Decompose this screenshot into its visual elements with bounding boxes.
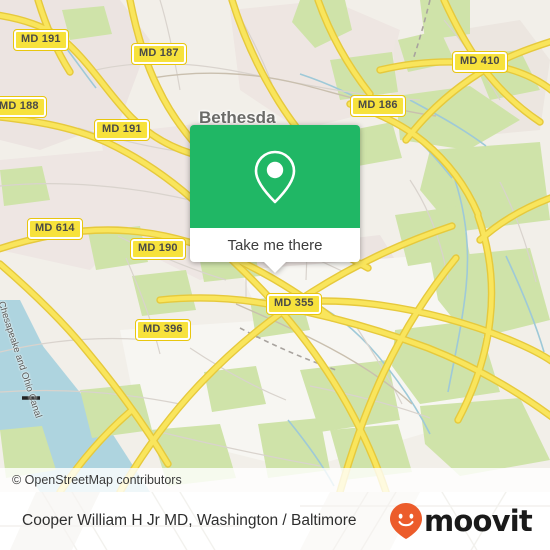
map-canvas[interactable]: Bethesda Chesapeake and Ohio Canal MD 19… (0, 0, 550, 492)
road-shield-md-355[interactable]: MD 355 (266, 293, 322, 315)
popup-header (190, 125, 360, 228)
popup-footer[interactable]: Take me there (190, 228, 360, 273)
moovit-pin-smiley-icon (390, 503, 423, 539)
road-shield-md-187[interactable]: MD 187 (131, 43, 187, 65)
road-shield-md-188[interactable]: MD 188 (0, 96, 47, 118)
bottom-info-bar: Cooper William H Jr MD, Washington / Bal… (0, 492, 550, 550)
moovit-wordmark: moovit (424, 503, 533, 538)
road-shield-md-396[interactable]: MD 396 (135, 319, 191, 341)
location-popup-card[interactable]: Take me there (190, 125, 360, 273)
road-shield-md-186[interactable]: MD 186 (350, 95, 406, 117)
road-shield-md-191-north[interactable]: MD 191 (13, 29, 69, 51)
road-shield-md-614[interactable]: MD 614 (27, 218, 83, 240)
page-title: Cooper William H Jr MD, Washington / Bal… (22, 512, 357, 529)
map-screenshot-root: Bethesda Chesapeake and Ohio Canal MD 19… (0, 0, 550, 550)
map-pin-icon (254, 150, 296, 203)
road-shield-md-410[interactable]: MD 410 (452, 51, 508, 73)
road-shield-md-190[interactable]: MD 190 (130, 238, 186, 260)
popup-tail (264, 262, 286, 273)
road-shield-md-191-south[interactable]: MD 191 (94, 119, 150, 141)
take-me-there-label: Take me there (227, 236, 323, 254)
map-attribution[interactable]: © OpenStreetMap contributors (0, 468, 550, 492)
moovit-logo: moovit (389, 502, 533, 540)
